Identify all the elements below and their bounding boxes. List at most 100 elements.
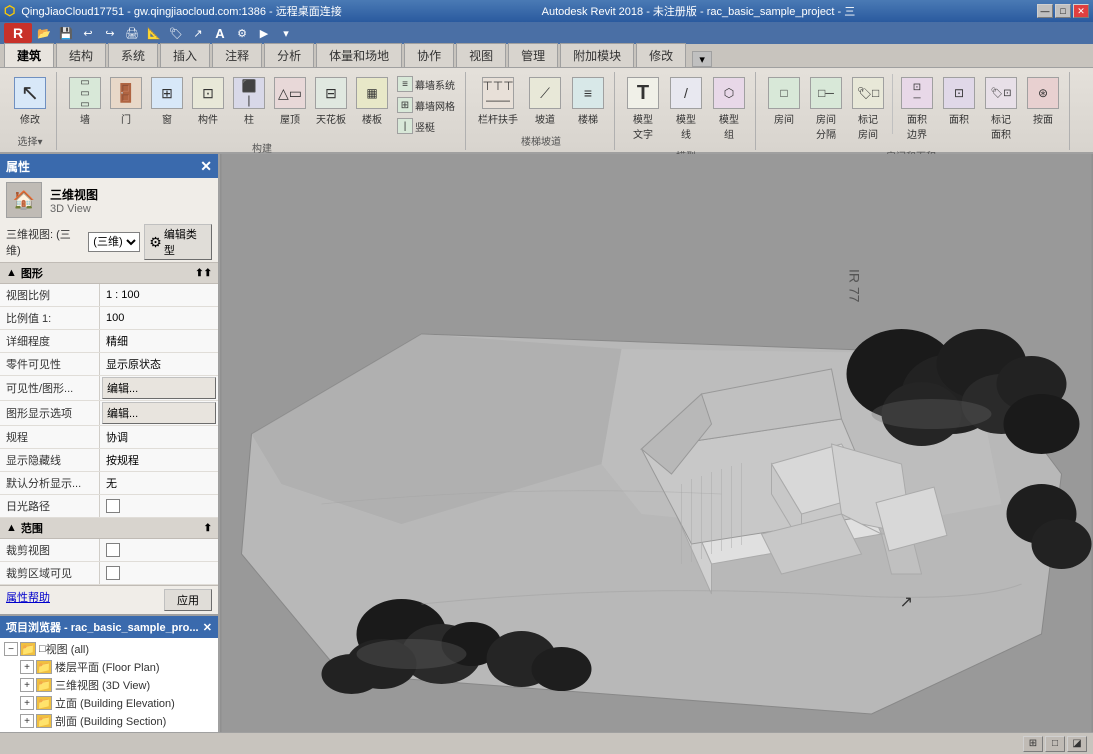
tree-expand-floor[interactable]: + (20, 660, 34, 674)
tree-root[interactable]: − 📁 □ 视图 (all) (0, 640, 218, 658)
tab-architecture[interactable]: 建筑 (4, 43, 54, 67)
tab-systems[interactable]: 系统 (108, 43, 158, 67)
crop-region-checkbox[interactable] (106, 566, 120, 580)
floor-button[interactable]: ▦ 楼板 (352, 74, 392, 129)
tree-section[interactable]: + 📁 剖面 (Building Section) (0, 712, 218, 730)
qa-expand[interactable]: ▾ (276, 24, 296, 42)
tree-expand-3d[interactable]: + (20, 678, 34, 692)
model-text-icon: T (627, 77, 659, 109)
qa-tagall[interactable]: 🏷 (166, 24, 186, 42)
crop-view-checkbox[interactable] (106, 543, 120, 557)
qa-more[interactable]: ▶ (254, 24, 274, 42)
model-group-button[interactable]: ⬡ 模型组 (709, 74, 749, 144)
qa-settings[interactable]: ⚙ (232, 24, 252, 42)
modify-icon: ↖ (14, 77, 46, 109)
edit-type-button[interactable]: ⚙ 编辑类型 (144, 224, 212, 260)
tree-expand-sect[interactable]: + (20, 714, 34, 728)
ramp-button[interactable]: ⟋ 坡道 (525, 74, 565, 129)
mullion-button[interactable]: | 竖梃 (393, 116, 459, 136)
roof-icon: △▭ (274, 77, 306, 109)
prop-view-scale: 视图比例 1 : 100 (0, 284, 218, 307)
tree-3d-view[interactable]: + 📁 三维视图 (3D View) (0, 676, 218, 694)
ceiling-button[interactable]: ⊟ 天花板 (311, 74, 351, 129)
close-button[interactable]: ✕ (1073, 4, 1089, 18)
statusbar-btn1[interactable]: ⊞ (1023, 736, 1043, 752)
statusbar-controls: ⊞ □ ◪ (1023, 736, 1087, 752)
build-items: ▭▭▭ 墙 🚪 门 ⊞ 窗 ⊡ 构件 ⬛| 柱 (65, 74, 459, 136)
properties-close-button[interactable]: ✕ (200, 158, 212, 175)
tag-room-button[interactable]: 🏷□ 标记房间 (848, 74, 888, 144)
modify-button[interactable]: ↖ 修改 (10, 74, 50, 129)
tree-expand-elev[interactable]: + (20, 696, 34, 710)
props-apply-button[interactable]: 应用 (164, 589, 212, 611)
area-boundary-button[interactable]: ⊡─ 面积边界 (897, 74, 937, 144)
tag-area-button[interactable]: 🏷⊡ 标记面积 (981, 74, 1021, 144)
ribbon-collapse[interactable]: ▾ (692, 51, 712, 67)
tab-modify[interactable]: 修改 (636, 43, 686, 67)
qa-open[interactable]: 📂 (34, 24, 54, 42)
roof-button[interactable]: △▭ 屋顶 (270, 74, 310, 129)
tab-addins[interactable]: 附加模块 (560, 43, 634, 67)
group-select-label: 选择▾ (17, 133, 42, 148)
by-face-button[interactable]: ⊛ 按面 (1023, 74, 1063, 129)
curtain-system-icon: ≡ (397, 76, 413, 92)
tab-analyze[interactable]: 分析 (264, 43, 314, 67)
visibility-edit-button[interactable]: 编辑... (102, 377, 216, 399)
model-text-button[interactable]: T 模型文字 (623, 74, 663, 144)
tree-expand-root[interactable]: − (4, 642, 18, 656)
section-graphics[interactable]: ▲ 图形 ⬆⬆ (0, 263, 218, 284)
prop-visibility: 可见性/图形... 编辑... (0, 376, 218, 401)
window-button[interactable]: ⊞ 窗 (147, 74, 187, 129)
tab-view[interactable]: 视图 (456, 43, 506, 67)
pb-close-button[interactable]: ✕ (203, 621, 212, 634)
sun-path-checkbox[interactable] (106, 499, 120, 513)
props-help-link[interactable]: 属性帮助 (6, 589, 50, 611)
statusbar-btn2[interactable]: □ (1045, 736, 1065, 752)
tree-floor-plan[interactable]: + 📁 楼层平面 (Floor Plan) (0, 658, 218, 676)
qa-print[interactable]: 🖨 (122, 24, 142, 42)
props-footer: 属性帮助 应用 (0, 585, 218, 614)
statusbar-btn3[interactable]: ◪ (1067, 736, 1087, 752)
stair-button[interactable]: ≡ 楼梯 (568, 74, 608, 129)
minimize-button[interactable]: — (1037, 4, 1053, 18)
properties-panel: 属性 ✕ 🏠 三维视图 3D View 三维视图: (三维) (三维) ⚙ 编辑… (0, 154, 218, 616)
statusbar-spacer (10, 736, 21, 752)
section-range[interactable]: ▲ 范围 ⬆ (0, 518, 218, 539)
building-3d-view: IR 77 ↗ (220, 154, 1093, 732)
qa-undo[interactable]: ↩ (78, 24, 98, 42)
divider (892, 74, 893, 134)
model-line-button[interactable]: / 模型线 (666, 74, 706, 144)
tab-insert[interactable]: 插入 (160, 43, 210, 67)
group-stair-label: 楼梯坡道 (521, 133, 561, 148)
maximize-button[interactable]: □ (1055, 4, 1071, 18)
tree-icon-sect: 📁 (36, 714, 52, 728)
tab-structure[interactable]: 结构 (56, 43, 106, 67)
room-separator-button[interactable]: □─ 房间分隔 (806, 74, 846, 144)
tab-annotate[interactable]: 注释 (212, 43, 262, 67)
qa-measure[interactable]: 📐 (144, 24, 164, 42)
curtain-system-button[interactable]: ≡ 幕墙系统 (393, 74, 459, 94)
qa-arrow[interactable]: ↗ (188, 24, 208, 42)
ribbon: 建筑 结构 系统 插入 注释 分析 体量和场地 协作 视图 管理 附加模块 修改… (0, 44, 1093, 154)
tab-manage[interactable]: 管理 (508, 43, 558, 67)
railing-button[interactable]: ⊤⊤⊤—— 栏杆扶手 (474, 74, 522, 129)
qa-save[interactable]: 💾 (56, 24, 76, 42)
qa-text[interactable]: A (210, 24, 230, 42)
revit-app-button[interactable]: R (4, 23, 32, 43)
tree-elevation[interactable]: + 📁 立面 (Building Elevation) (0, 694, 218, 712)
quick-access-toolbar: R 📂 💾 ↩ ↪ 🖨 📐 🏷 ↗ A ⚙ ▶ ▾ (0, 22, 1093, 44)
view-selector-dropdown[interactable]: (三维) (88, 232, 140, 252)
component-icon: ⊡ (192, 77, 224, 109)
curtain-grid-button[interactable]: ⊞ 幕墙网格 (393, 95, 459, 115)
component-button[interactable]: ⊡ 构件 (188, 74, 228, 129)
area-button[interactable]: ⊡ 面积 (939, 74, 979, 129)
graphics-display-button[interactable]: 编辑... (102, 402, 216, 424)
door-button[interactable]: 🚪 门 (106, 74, 146, 129)
qa-redo[interactable]: ↪ (100, 24, 120, 42)
viewport[interactable]: IR 77 ↗ (220, 154, 1093, 732)
column-button[interactable]: ⬛| 柱 (229, 74, 269, 129)
wall-button[interactable]: ▭▭▭ 墙 (65, 74, 105, 129)
room-button[interactable]: □ 房间 (764, 74, 804, 129)
tab-massing[interactable]: 体量和场地 (316, 43, 402, 67)
tab-collaborate[interactable]: 协作 (404, 43, 454, 67)
